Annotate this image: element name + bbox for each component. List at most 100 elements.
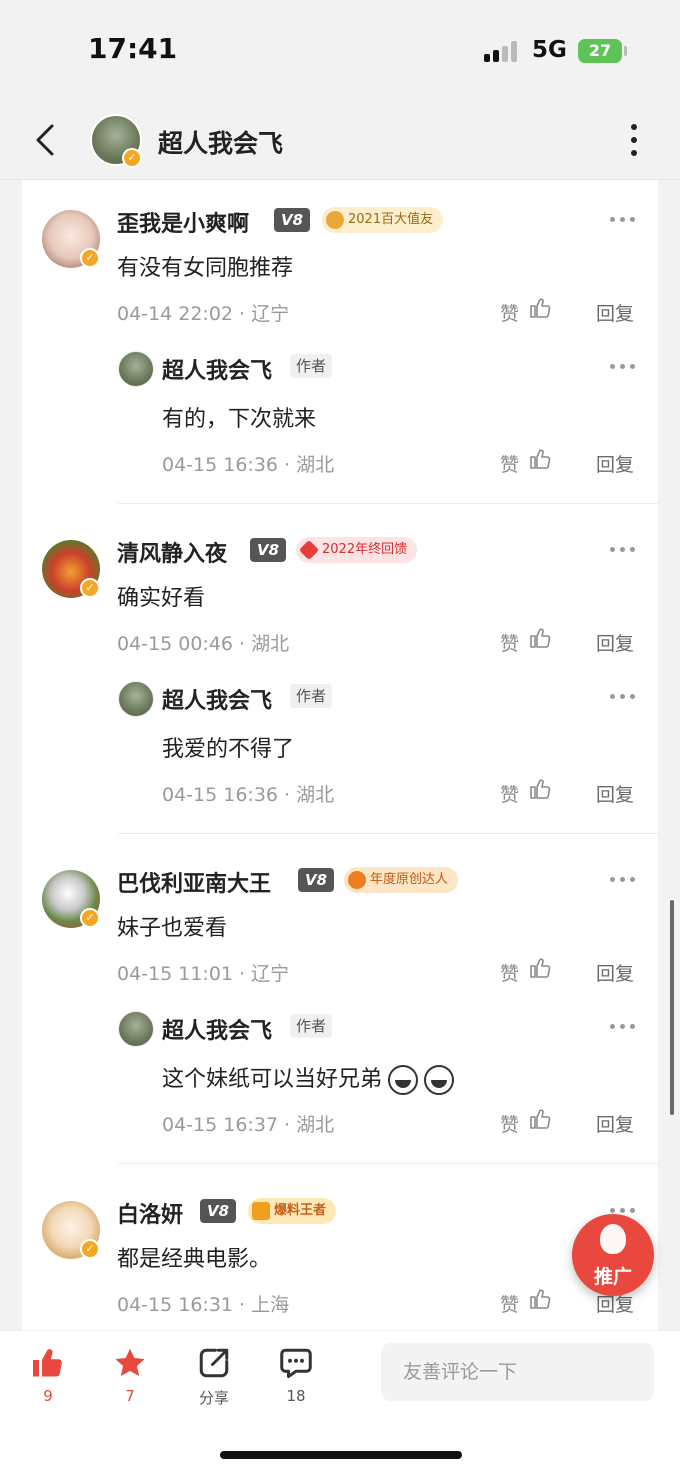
home-indicator[interactable]: [220, 1451, 462, 1459]
reply-text: 这个妹纸可以当好兄弟: [162, 1061, 455, 1095]
thumb-up-icon: [33, 1349, 62, 1377]
page-title[interactable]: 超人我会飞: [158, 124, 283, 160]
commenter-name[interactable]: 白洛妍: [117, 1197, 183, 1229]
reply-text: 我爱的不得了: [162, 737, 295, 762]
comment-meta: 04-15 16:31 · 上海: [117, 1294, 290, 1316]
thumb-up-icon: [530, 958, 551, 978]
author-tag: 作者: [290, 684, 333, 708]
commenter-name[interactable]: 歪我是小爽啊: [117, 206, 249, 238]
battery-tip: [624, 46, 627, 56]
reply-button[interactable]: 回复: [596, 1110, 634, 1137]
favorite-count: 7: [125, 1387, 135, 1405]
medal-badge: 爆料王者: [248, 1198, 337, 1224]
like-count: 9: [43, 1387, 53, 1405]
share-icon: [199, 1348, 229, 1378]
flame-icon: [600, 1224, 626, 1254]
like-button[interactable]: 赞: [500, 958, 551, 986]
comment-meta: 04-15 00:46 · 湖北: [117, 633, 290, 655]
bottom-action-bar: 9 7 分享 18 友善评论一下: [0, 1330, 680, 1474]
promote-button[interactable]: 推广: [572, 1214, 654, 1296]
top-nav: ✓ 超人我会飞: [0, 100, 680, 180]
comment-count: 18: [286, 1387, 306, 1405]
thumb-up-icon: [530, 298, 551, 318]
verified-badge-icon: ✓: [122, 148, 142, 168]
level-badge: V8: [274, 208, 310, 232]
level-badge: V8: [200, 1199, 236, 1223]
status-bar: 17:41 5G 27: [0, 0, 680, 100]
thumb-up-icon: [530, 628, 551, 648]
reply-button[interactable]: 回复: [596, 299, 634, 326]
verified-badge-icon: ✓: [80, 248, 100, 268]
reply-text: 有的，下次就来: [162, 407, 317, 432]
medal-badge: 2022年终回馈: [296, 537, 418, 563]
verified-badge-icon: ✓: [80, 578, 100, 598]
commenter-name[interactable]: 巴伐利亚南大王: [117, 866, 271, 898]
thumb-up-icon: [530, 779, 551, 799]
scrollbar[interactable]: [670, 900, 674, 1115]
promote-label: 推广: [593, 1266, 632, 1288]
network-type: 5G: [532, 37, 567, 63]
avatar[interactable]: [118, 351, 154, 387]
reply-button[interactable]: 回复: [596, 450, 634, 477]
star-icon: [115, 1348, 145, 1377]
reply-button[interactable]: 回复: [596, 959, 634, 986]
reply-button[interactable]: 回复: [596, 780, 634, 807]
author-tag: 作者: [290, 1014, 333, 1038]
author-tag: 作者: [290, 354, 333, 378]
reply-meta: 04-15 16:37 · 湖北: [162, 1114, 335, 1136]
thumb-up-icon: [530, 449, 551, 469]
like-button[interactable]: 赞: [500, 1109, 551, 1137]
verified-badge-icon: ✓: [80, 908, 100, 928]
reply-author-name[interactable]: 超人我会飞: [162, 1013, 272, 1045]
commenter-name[interactable]: 清风静入夜: [117, 536, 227, 568]
comment-input[interactable]: 友善评论一下: [381, 1343, 654, 1401]
back-icon[interactable]: [30, 118, 66, 162]
medal-badge: 2021百大值友: [322, 207, 444, 233]
level-badge: V8: [298, 868, 334, 892]
signal-icon: [484, 40, 520, 62]
share-label: 分享: [198, 1389, 229, 1407]
share-action-button[interactable]: 分享: [182, 1343, 246, 1408]
level-badge: V8: [250, 538, 286, 562]
verified-badge-icon: ✓: [80, 1239, 100, 1259]
thumb-up-icon: [530, 1289, 551, 1309]
avatar[interactable]: [118, 681, 154, 717]
more-horizontal-icon[interactable]: [610, 362, 640, 372]
more-horizontal-icon[interactable]: [610, 215, 640, 225]
divider: [118, 833, 658, 834]
thumb-up-icon: [530, 1109, 551, 1129]
reply-author-name[interactable]: 超人我会飞: [162, 683, 272, 715]
like-button[interactable]: 赞: [500, 449, 551, 477]
comment-meta: 04-15 11:01 · 辽宁: [117, 963, 290, 985]
comment-meta: 04-14 22:02 · 辽宁: [117, 303, 290, 325]
comment-text: 妹子也爱看: [117, 916, 228, 941]
like-button[interactable]: 赞: [500, 298, 551, 326]
comment-text: 有没有女同胞推荐: [117, 256, 294, 281]
reply-button[interactable]: 回复: [596, 629, 634, 656]
like-button[interactable]: 赞: [500, 779, 551, 807]
comment-icon: [280, 1348, 312, 1378]
divider: [118, 503, 658, 504]
comment-text: 确实好看: [117, 586, 206, 611]
medal-badge: 年度原创达人: [344, 867, 459, 893]
more-horizontal-icon[interactable]: [610, 545, 640, 555]
favorite-action-button[interactable]: 7: [98, 1343, 162, 1405]
battery-icon: 27: [578, 39, 622, 63]
like-action-button[interactable]: 9: [16, 1343, 80, 1405]
like-button[interactable]: 赞: [500, 1289, 551, 1317]
like-button[interactable]: 赞: [500, 628, 551, 656]
divider: [118, 1163, 658, 1164]
reply-author-name[interactable]: 超人我会飞: [162, 353, 272, 385]
reply-meta: 04-15 16:36 · 湖北: [162, 454, 335, 476]
avatar[interactable]: [118, 1011, 154, 1047]
comment-list: ✓ 歪我是小爽啊 V8 2021百大值友 有没有女同胞推荐 04-14 22:0…: [22, 180, 658, 1330]
comment-action-button[interactable]: 18: [264, 1343, 328, 1405]
status-time: 17:41: [88, 32, 178, 65]
comment-text: 都是经典电影。: [117, 1247, 272, 1272]
more-horizontal-icon[interactable]: [610, 1022, 640, 1032]
grin-emoji-icon: [388, 1065, 419, 1095]
more-horizontal-icon[interactable]: [610, 692, 640, 702]
more-vertical-icon[interactable]: [624, 120, 644, 160]
more-horizontal-icon[interactable]: [610, 875, 640, 885]
grin-emoji-icon: [424, 1065, 455, 1095]
